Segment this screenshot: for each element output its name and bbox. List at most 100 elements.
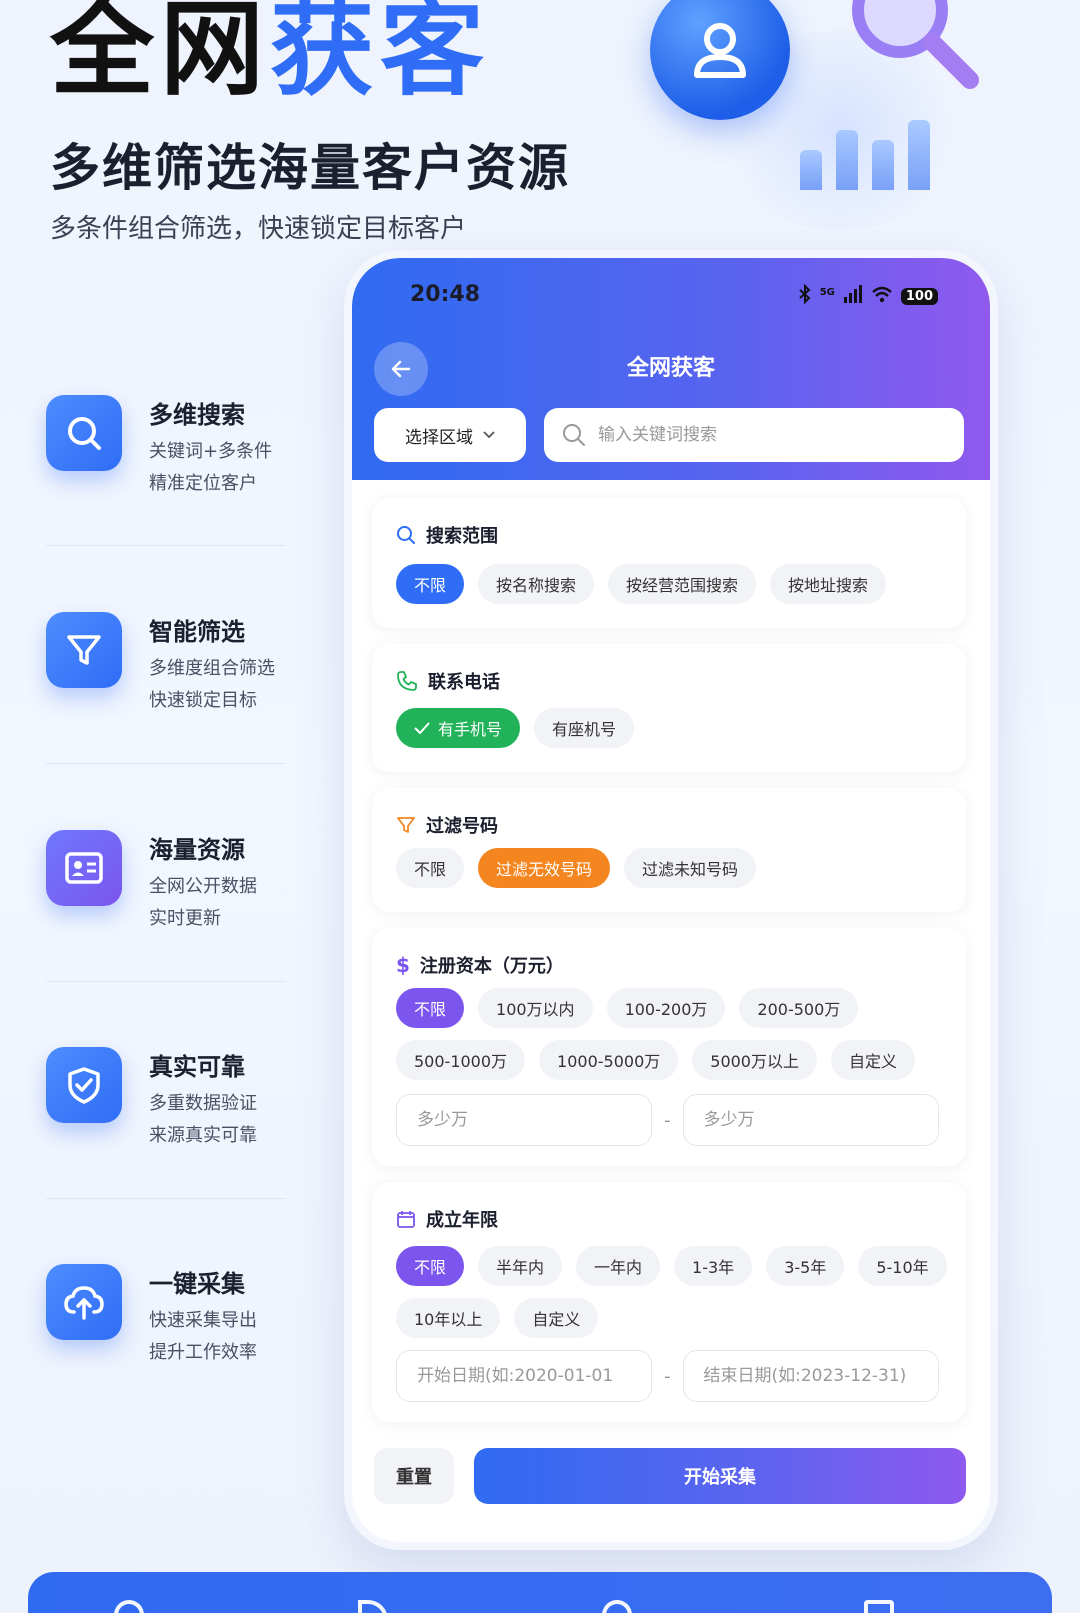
feature-title: 智能筛选 (149, 618, 245, 646)
chip-option-selected[interactable]: 有手机号 (396, 708, 521, 748)
shield-check-icon (46, 1047, 122, 1123)
chip-option[interactable]: 100-200万 (606, 988, 726, 1028)
feature-desc: 多维度组合筛选 (149, 658, 275, 679)
end-date-input[interactable] (682, 1350, 939, 1402)
chip-option[interactable]: 自定义 (831, 1040, 916, 1080)
phone-icon (397, 671, 417, 691)
section-header: 搜索范围 (396, 522, 498, 548)
feature-one-click: 一键采集 快速采集导出 提升工作效率 (46, 1264, 286, 1384)
chip-option[interactable]: 3-5年 (766, 1246, 845, 1286)
chip-option[interactable]: 自定义 (514, 1298, 599, 1338)
chip-option[interactable]: 按地址搜索 (770, 564, 887, 604)
feature-smart-filter: 智能筛选 多维度组合筛选 快速锁定目标 (46, 612, 286, 732)
chip-group: 不限 100万以内 100-200万 200-500万 500-1000万 10… (396, 988, 936, 1080)
start-collect-button[interactable]: 开始采集 (474, 1448, 966, 1504)
divider (46, 981, 286, 982)
start-date-input[interactable] (396, 1350, 652, 1402)
reset-button[interactable]: 重置 (374, 1448, 454, 1504)
feature-desc: 提升工作效率 (149, 1342, 257, 1363)
feature-reliable: 真实可靠 多重数据验证 来源真实可靠 (46, 1047, 286, 1167)
signal-icon (843, 285, 863, 307)
chip-option[interactable]: 5-10年 (858, 1246, 947, 1286)
chip-option[interactable]: 不限 (396, 848, 465, 888)
feature-title: 多维搜索 (149, 401, 245, 429)
magnifier-icon (840, 0, 990, 100)
feature-desc: 快速采集导出 (149, 1310, 257, 1331)
tab-icon[interactable] (114, 1600, 144, 1613)
hero-title-part2: 获客 (270, 0, 491, 110)
chip-option[interactable]: 100万以内 (478, 988, 593, 1028)
hero-illustration (650, 0, 1050, 250)
tab-icon[interactable] (864, 1600, 894, 1613)
hero-subtitle: 多维筛选海量客户资源 (50, 139, 570, 197)
feature-desc: 多重数据验证 (149, 1093, 257, 1114)
feature-title: 海量资源 (149, 836, 245, 864)
chip-option[interactable]: 过滤未知号码 (624, 848, 757, 888)
chip-option-selected[interactable]: 不限 (396, 1246, 465, 1286)
chip-option[interactable]: 一年内 (576, 1246, 661, 1286)
card-filter-numbers: 过滤号码 不限 过滤无效号码 过滤未知号码 (372, 788, 966, 912)
chip-group: 不限 过滤无效号码 过滤未知号码 (396, 848, 757, 888)
bar-decoration (800, 110, 960, 190)
hero-title-part1: 全网 (50, 0, 271, 110)
chip-option[interactable]: 10年以上 (396, 1298, 501, 1338)
chip-option[interactable]: 按经营范围搜索 (608, 564, 757, 604)
feature-desc: 关键词+多条件 (149, 441, 273, 462)
search-box[interactable] (544, 408, 964, 462)
chip-group: 不限 半年内 一年内 1-3年 3-5年 5-10年 10年以上 自定义 (396, 1246, 956, 1338)
dollar-icon: $ (396, 953, 410, 977)
capital-range: - (396, 1094, 939, 1146)
capital-max-input[interactable] (682, 1094, 939, 1146)
card-contact-phone: 联系电话 有手机号 有座机号 (372, 644, 966, 772)
section-header: $ 注册资本（万元） (396, 952, 564, 978)
chip-option[interactable]: 1-3年 (674, 1246, 753, 1286)
chip-option[interactable]: 按名称搜索 (478, 564, 595, 604)
divider (46, 763, 286, 764)
search-icon (46, 395, 122, 471)
tab-icon[interactable] (358, 1600, 388, 1613)
card-established-years: 成立年限 不限 半年内 一年内 1-3年 3-5年 5-10年 10年以上 自定… (372, 1182, 966, 1422)
section-header: 成立年限 (396, 1206, 498, 1232)
chevron-down-icon (483, 431, 495, 439)
search-icon (563, 424, 585, 446)
filter-icon (397, 817, 415, 833)
feature-title: 一键采集 (149, 1270, 245, 1298)
chip-option[interactable]: 半年内 (478, 1246, 563, 1286)
chip-option[interactable]: 1000-5000万 (539, 1040, 679, 1080)
region-label: 选择区域 (405, 427, 473, 448)
section-title: 联系电话 (428, 672, 500, 693)
status-icons: 5G 100 (798, 283, 938, 308)
check-icon (414, 722, 430, 734)
chip-option[interactable]: 不限 (396, 564, 465, 604)
feature-desc: 全网公开数据 (149, 876, 257, 897)
chip-option[interactable]: 500-1000万 (396, 1040, 526, 1080)
chip-option[interactable]: 200-500万 (739, 988, 859, 1028)
chip-option-selected[interactable]: 不限 (396, 988, 465, 1028)
status-time: 20:48 (410, 282, 481, 307)
feature-multi-search: 多维搜索 关键词+多条件 精准定位客户 (46, 395, 286, 515)
hero-description: 多条件组合筛选，快速锁定目标客户 (50, 214, 467, 244)
card-registered-capital: $ 注册资本（万元） 不限 100万以内 100-200万 200-500万 5… (372, 928, 966, 1166)
phone-header: 20:48 5G 100 全网获客 选择区域 (352, 258, 990, 480)
feature-desc: 实时更新 (149, 908, 221, 929)
capital-min-input[interactable] (396, 1094, 652, 1146)
tab-icon[interactable] (602, 1600, 632, 1613)
divider (46, 545, 286, 546)
chip-option[interactable]: 5000万以上 (692, 1040, 817, 1080)
section-header: 联系电话 (396, 668, 500, 694)
search-input[interactable] (598, 425, 928, 445)
chip-option[interactable]: 有座机号 (534, 708, 635, 748)
filter-icon (46, 612, 122, 688)
chip-option-selected[interactable]: 过滤无效号码 (478, 848, 611, 888)
region-select[interactable]: 选择区域 (374, 408, 526, 462)
calendar-icon (397, 1211, 415, 1228)
divider (46, 1198, 286, 1199)
chip-group: 有手机号 有座机号 (396, 708, 635, 748)
date-range: - (396, 1350, 939, 1402)
bottom-tab-bar (28, 1572, 1052, 1613)
phone-mockup: 20:48 5G 100 全网获客 选择区域 输入关键词搜索 搜索范围 不限 按… (344, 250, 998, 1550)
chip-label: 有手机号 (438, 720, 503, 739)
cloud-upload-icon (46, 1264, 122, 1340)
range-dash: - (664, 1109, 671, 1131)
feature-desc: 快速锁定目标 (149, 690, 257, 711)
